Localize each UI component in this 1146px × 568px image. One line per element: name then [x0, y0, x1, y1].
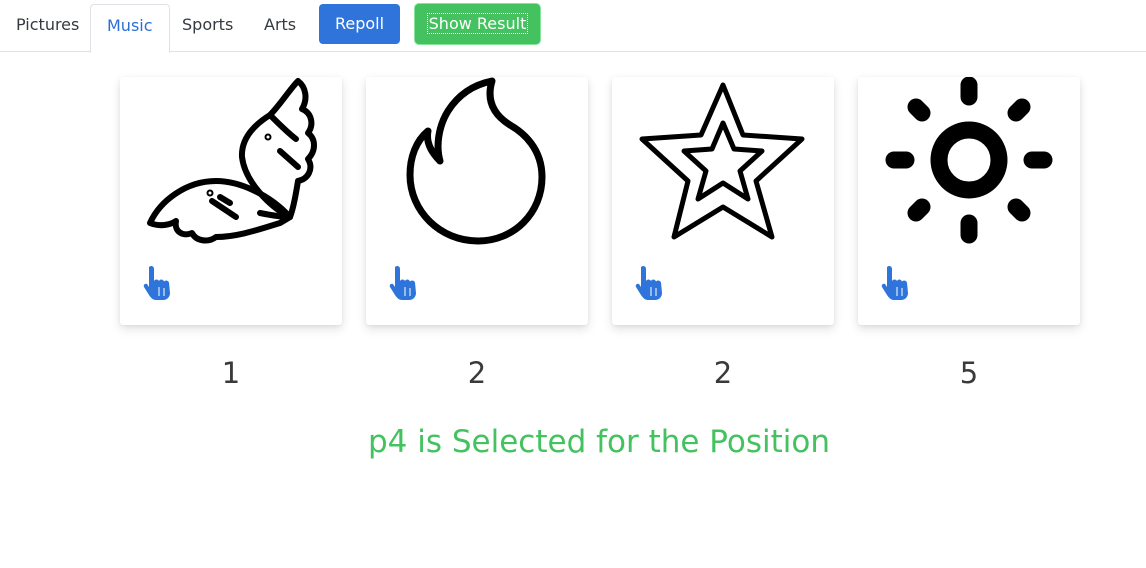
star-icon [639, 82, 805, 240]
option-card-4 [858, 77, 1080, 325]
repoll-button[interactable]: Repoll [319, 4, 400, 44]
show-result-label: Show Result [426, 13, 529, 34]
tab-music[interactable]: Music [90, 4, 170, 53]
vote-count-4: 5 [959, 356, 979, 390]
sun-icon [885, 77, 1053, 244]
vote-count-3: 2 [713, 356, 733, 390]
show-result-button[interactable]: Show Result [415, 4, 540, 44]
option-card-2 [366, 77, 588, 325]
option-card-1 [120, 77, 342, 325]
winged-icon [147, 78, 317, 244]
top-navigation: Pictures Music Sports Arts Repoll Show R… [0, 0, 1146, 53]
tab-sports[interactable]: Sports [166, 4, 249, 52]
pointing-hand-icon[interactable] [880, 265, 912, 301]
pointing-hand-icon[interactable] [634, 265, 666, 301]
option-card-3 [612, 77, 834, 325]
flame-icon [406, 77, 546, 245]
result-message: p4 is Selected for the Position [367, 424, 831, 460]
vote-count-2: 2 [467, 356, 487, 390]
pointing-hand-icon[interactable] [142, 265, 174, 301]
vote-count-1: 1 [221, 356, 241, 390]
pointing-hand-icon[interactable] [388, 265, 420, 301]
tab-arts[interactable]: Arts [248, 4, 312, 52]
tab-pictures[interactable]: Pictures [0, 4, 95, 52]
